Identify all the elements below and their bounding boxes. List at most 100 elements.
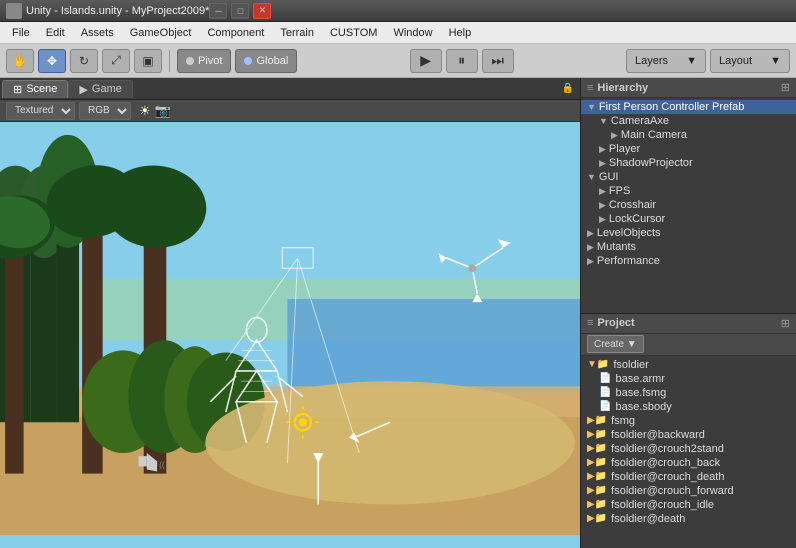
project-item[interactable]: ▶📁fsoldier@crouch_back [581,456,796,470]
titlebar: Unity - Islands.unity - MyProject2009* ─… [0,0,796,22]
project-item[interactable]: ▶📁fsoldier@backward [581,428,796,442]
project-item[interactable]: 📄 base.sbody [581,400,796,414]
hierarchy-item[interactable]: ▶Performance [581,254,796,268]
file3d-icon: 📄 [599,401,611,412]
menu-window[interactable]: Window [385,25,440,41]
hand-tool-button[interactable]: ✋ [6,49,34,73]
create-label: Create ▼ [594,339,637,350]
svg-text:((: (( [159,460,165,469]
hierarchy-item[interactable]: ▶LockCursor [581,212,796,226]
hierarchy-item-label: FPS [609,185,630,197]
tab-lock-icon: 🔒 [562,83,574,94]
layout-arrow-icon: ▼ [770,55,781,67]
project-item[interactable]: ▶📁fsoldier@death [581,512,796,526]
pause-button[interactable]: ⏸ [446,49,478,73]
project-item[interactable]: ▶📁fsoldier@crouch_forward [581,484,796,498]
project-menu-icon: ≡ [587,317,593,329]
menu-custom[interactable]: CUSTOM [322,25,385,41]
hierarchy-item[interactable]: ▶Main Camera [581,128,796,142]
layers-dropdown[interactable]: Layers ▼ [626,49,706,73]
color-mode-select[interactable]: RGB [79,102,131,120]
menu-help[interactable]: Help [441,25,480,41]
menu-component[interactable]: Component [199,25,272,41]
project-item[interactable]: 📄base.fsmg [581,386,796,400]
project-title: Project [597,317,634,329]
project-item-label: fsoldier@crouch_death [611,471,724,483]
project-tabs-icon: ⊞ [781,317,790,330]
hierarchy-item[interactable]: ▼First Person Controller Prefab [581,100,796,114]
tab-game[interactable]: ▶ Game [68,80,132,98]
project-item-label: base.sbody [615,401,671,413]
view-mode-select[interactable]: Textured [6,102,75,120]
tab-scene[interactable]: ⊞ Scene [2,80,68,98]
hierarchy-item-label: First Person Controller Prefab [599,101,745,113]
file3d-icon: 📄 [599,387,611,398]
folder-icon: ▶📁 [587,499,607,510]
scale-tool-button[interactable]: ⤢ [102,49,130,73]
camera-icon: 📷 [155,103,171,119]
hierarchy-item-label: GUI [599,171,619,183]
folder-icon: ▶📁 [587,457,607,468]
menu-assets[interactable]: Assets [73,25,122,41]
menu-edit[interactable]: Edit [38,25,73,41]
project-item[interactable]: ▼📁 fsoldier [581,358,796,372]
scene-toolbar: Textured RGB ☀ 📷 [0,100,580,122]
project-item-label: fsoldier [613,359,648,371]
hierarchy-item-label: CameraAxe [611,115,669,127]
minimize-button[interactable]: ─ [209,3,227,19]
titlebar-title: Unity - Islands.unity - MyProject2009* [26,5,209,17]
hierarchy-item[interactable]: ▶Player [581,142,796,156]
hierarchy-item-label: Mutants [597,241,636,253]
toolbar-separator-1 [169,50,170,72]
expand-arrow-icon: ▶ [587,228,594,239]
layout-dropdown[interactable]: Layout ▼ [710,49,790,73]
menu-file[interactable]: File [4,25,38,41]
titlebar-controls: ─ □ ✕ [209,3,271,19]
file3d-icon: 📄 [599,373,611,384]
global-dot [244,57,252,65]
scene-icon: ⊞ [13,83,22,96]
scene-viewport[interactable]: (( [0,122,580,548]
step-button[interactable]: ⏭ [482,49,514,73]
hierarchy-item-label: ShadowProjector [609,157,693,169]
project-item[interactable]: ▶📁 fsoldier@crouch_death [581,470,796,484]
project-item[interactable]: ▶📁fsmg [581,414,796,428]
expand-arrow-icon: ▼ [599,116,608,126]
hierarchy-item-label: LevelObjects [597,227,661,239]
hierarchy-item[interactable]: ▼CameraAxe [581,114,796,128]
rotate-tool-button[interactable]: ↻ [70,49,98,73]
pivot-button[interactable]: Pivot [177,49,231,73]
scene-tab-label: Scene [26,83,57,95]
project-item[interactable]: ▶📁fsoldier@crouch2stand [581,442,796,456]
close-button[interactable]: ✕ [253,3,271,19]
project-item[interactable]: 📄base.armr [581,372,796,386]
layers-arrow-icon: ▼ [686,55,697,67]
unity-icon [6,3,22,19]
hierarchy-item[interactable]: ▼GUI [581,170,796,184]
expand-arrow-icon: ▼ [587,102,596,112]
global-button[interactable]: Global [235,49,297,73]
hierarchy-item[interactable]: ▶Mutants [581,240,796,254]
maximize-button[interactable]: □ [231,3,249,19]
rect-tool-button[interactable]: ▣ [134,49,162,73]
pivot-label: Pivot [198,55,222,67]
hierarchy-item[interactable]: ▶FPS [581,184,796,198]
folder-icon: ▼📁 [587,359,609,370]
project-item-label: fsoldier@crouch_idle [611,499,714,511]
folder-icon: ▶📁 [587,443,607,454]
view-tabs: ⊞ Scene ▶ Game 🔒 [0,78,580,100]
menu-terrain[interactable]: Terrain [272,25,322,41]
hierarchy-item[interactable]: ▶Crosshair [581,198,796,212]
left-panel: ⊞ Scene ▶ Game 🔒 Textured RGB ☀ 📷 [0,78,581,548]
folder-icon: ▶📁 [587,471,607,482]
global-label: Global [256,55,288,67]
folder-icon: ▶📁 [587,429,607,440]
expand-arrow-icon: ▶ [587,242,594,253]
move-tool-button[interactable]: ✥ [38,49,66,73]
menu-gameobject[interactable]: GameObject [122,25,200,41]
hierarchy-item[interactable]: ▶ShadowProjector [581,156,796,170]
play-button[interactable]: ▶ [410,49,442,73]
project-item[interactable]: ▶📁 fsoldier@crouch_idle [581,498,796,512]
hierarchy-item[interactable]: ▶LevelObjects [581,226,796,240]
create-button[interactable]: Create ▼ [587,335,644,353]
